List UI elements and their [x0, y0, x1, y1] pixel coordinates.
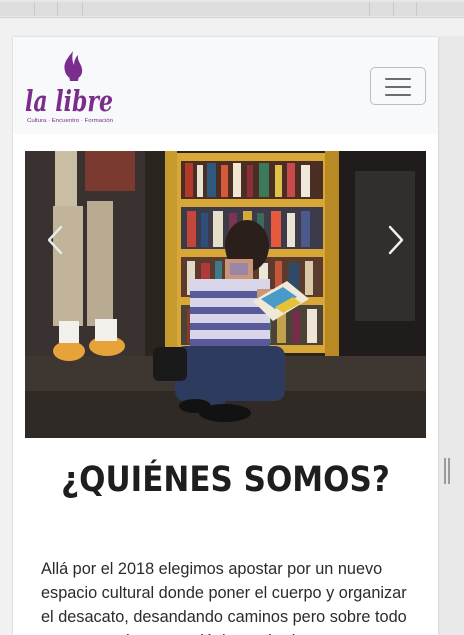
- section-heading: ¿QUIÉNES SOMOS?: [61, 459, 390, 501]
- chevron-right-icon: [388, 225, 404, 255]
- top-bar-segment: [83, 2, 370, 16]
- content-card: la libre Cultura · Encuentro · Formación: [13, 37, 438, 635]
- top-bar-segment: [35, 2, 58, 16]
- about-paragraph: Allá por el 2018 elegimos apostar por un…: [41, 560, 407, 635]
- logo-text: la libre: [25, 84, 113, 118]
- top-bar-segment: [58, 2, 83, 16]
- navbar: la libre Cultura · Encuentro · Formación: [13, 37, 438, 134]
- top-bar-segment: [417, 2, 464, 16]
- navbar-toggler-button[interactable]: [370, 67, 426, 105]
- flame-mark: [64, 51, 83, 79]
- image-carousel[interactable]: [25, 151, 426, 438]
- top-bar-segment: [0, 2, 35, 16]
- flame-base: [69, 75, 79, 81]
- top-bar-segment: [394, 2, 417, 16]
- page-edge: [438, 36, 464, 635]
- browser-top-bar: [0, 0, 464, 18]
- top-bar-segment: [370, 2, 394, 16]
- chevron-left-icon: [47, 225, 63, 255]
- scrollbar-handle[interactable]: [444, 458, 450, 484]
- carousel-next-button[interactable]: [366, 151, 426, 438]
- carousel-prev-button[interactable]: [25, 151, 85, 438]
- la-libre-logo[interactable]: la libre Cultura · Encuentro · Formación: [23, 49, 119, 125]
- logo-tagline: Cultura · Encuentro · Formación: [27, 118, 113, 124]
